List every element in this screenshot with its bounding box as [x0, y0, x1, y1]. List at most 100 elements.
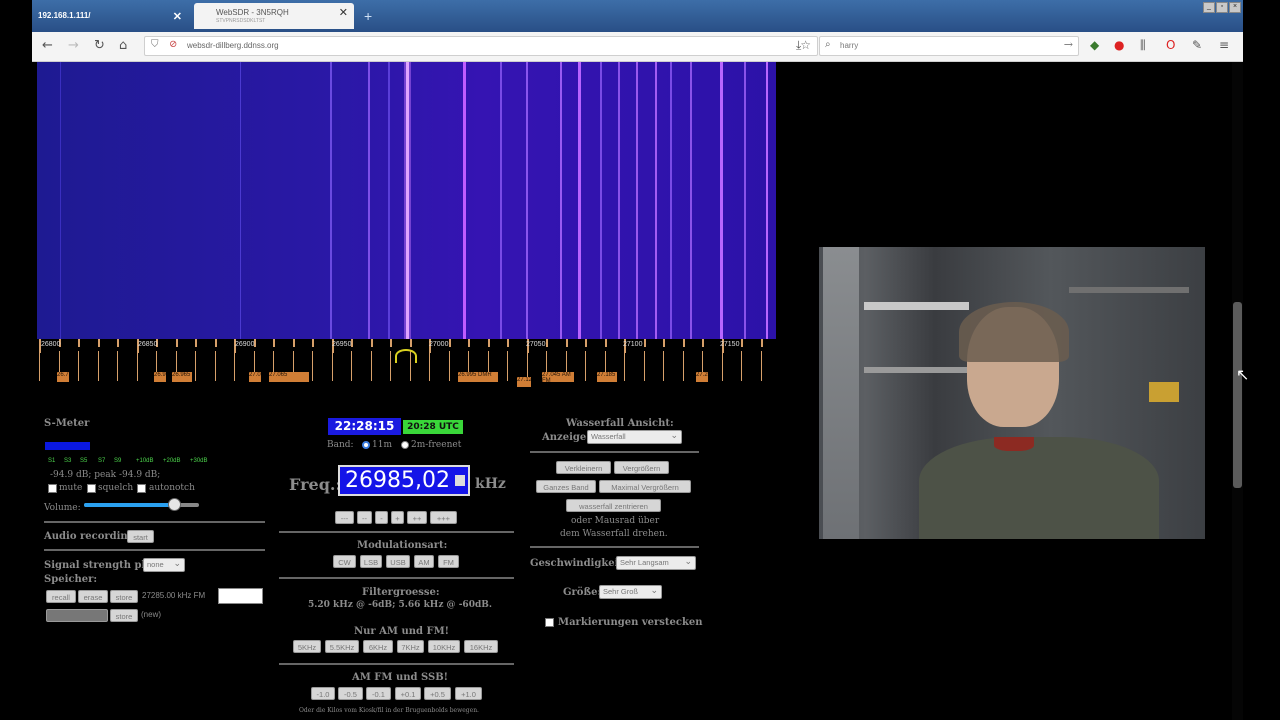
smeter-scale-label: +10dB — [136, 458, 154, 464]
shift-plus-0-1-button[interactable]: +0.1 — [395, 687, 421, 700]
recall-button[interactable]: recall — [46, 590, 76, 603]
menu-icon[interactable]: ≡ — [1219, 38, 1229, 52]
squelch-label: squelch — [98, 483, 134, 493]
station-label[interactable]: 27.125 — [517, 377, 531, 387]
adblock-icon[interactable]: ● — [1114, 38, 1124, 52]
filter-7khz-button[interactable]: 7KHz — [397, 640, 424, 653]
mode-cw-button[interactable]: CW — [333, 555, 356, 568]
station-label[interactable]: 26.965 — [172, 372, 192, 382]
record-start-button[interactable]: start — [127, 530, 154, 543]
speed-select[interactable]: Sehr Langsam — [616, 555, 696, 570]
shift-minus-0-1-button[interactable]: -0.1 — [366, 687, 391, 700]
whole-band-button[interactable]: Ganzes Band — [536, 480, 596, 493]
zoom-out-button[interactable]: Verkleinern — [556, 461, 611, 474]
filter-5-5khz-button[interactable]: 5.5KHz — [325, 640, 359, 653]
volume-slider[interactable] — [84, 498, 199, 511]
memory-empty-slot[interactable] — [46, 609, 108, 622]
erase-button[interactable]: erase — [78, 590, 108, 603]
mode-usb-button[interactable]: USB — [386, 555, 410, 568]
smeter-scale-label: S1 — [48, 458, 56, 464]
tab-local[interactable]: 192.168.1.111/ ✕ — [32, 3, 188, 29]
close-tab-icon[interactable]: ✕ — [339, 8, 348, 19]
home-icon[interactable]: ⌂ — [119, 38, 127, 53]
station-label[interactable]: 27.205 — [696, 372, 708, 382]
signal-plot-select[interactable]: none — [143, 557, 185, 572]
forward-icon[interactable]: → — [68, 38, 79, 53]
scale-tick — [273, 339, 275, 347]
webcam-hair — [959, 302, 1069, 362]
filter-10khz-button[interactable]: 10KHz — [428, 640, 460, 653]
close-tab-icon[interactable]: ✕ — [173, 10, 182, 23]
store-new-button[interactable]: store — [110, 609, 138, 622]
search-bar[interactable]: ⌕ harry → — [819, 36, 1079, 56]
store-button[interactable]: store — [110, 590, 138, 603]
opera-icon[interactable]: O — [1166, 38, 1175, 52]
station-label[interactable]: 27.185 — [597, 372, 617, 382]
shift-minus-0-5-button[interactable]: -0.5 — [338, 687, 363, 700]
extension-icon[interactable]: ◆ — [1090, 38, 1099, 52]
scale-tick — [195, 339, 197, 347]
band-radio-2m[interactable] — [401, 441, 409, 449]
step-down-medium-button[interactable]: -- — [357, 511, 372, 524]
tuning-marker[interactable] — [395, 349, 417, 363]
frequency-scale[interactable]: 26800 26850 26900 26950 27000 27050 27100 27150… — [37, 339, 776, 389]
mode-fm-button[interactable]: FM — [438, 555, 459, 568]
scale-label: 26900 — [235, 341, 255, 348]
mute-label: mute — [59, 483, 83, 493]
band-radio-11m[interactable] — [362, 441, 370, 449]
scrollbar-thumb[interactable] — [1233, 302, 1242, 488]
new-tab-icon[interactable]: + — [364, 8, 372, 24]
reload-icon[interactable]: ↻ — [94, 38, 105, 53]
station-label[interactable]: 26.995 DMR — [458, 372, 498, 382]
shift-plus-0-5-button[interactable]: +0.5 — [424, 687, 451, 700]
minimize-button[interactable]: _ — [1203, 2, 1215, 13]
library-icon[interactable]: ⫼ — [1140, 38, 1146, 53]
search-input[interactable]: harry — [840, 41, 858, 50]
lock-icon[interactable]: ⊘ — [169, 39, 177, 50]
filter-5khz-button[interactable]: 5KHz — [293, 640, 321, 653]
bookmark-star-icon[interactable]: ☆ — [800, 38, 811, 52]
maximize-button[interactable]: ▫ — [1216, 2, 1228, 13]
size-select[interactable]: Sehr Groß — [599, 584, 662, 599]
mode-lsb-button[interactable]: LSB — [360, 555, 382, 568]
addon-icon[interactable]: ✎ — [1192, 38, 1202, 52]
filter-6khz-button[interactable]: 6KHz — [363, 640, 393, 653]
step-down-small-button[interactable]: - — [375, 511, 388, 524]
mute-checkbox[interactable] — [48, 484, 57, 493]
station-label[interactable]: 26.965 — [154, 372, 166, 382]
search-go-icon[interactable]: → — [1064, 38, 1073, 51]
shield-icon[interactable]: ⛉ — [151, 39, 159, 50]
waterfall-display[interactable] — [37, 62, 776, 339]
tab-websdr[interactable]: WebSDR - 3N5RQH STVPNRSDSDKLTST ✕ — [194, 3, 354, 29]
step-up-medium-button[interactable]: ++ — [407, 511, 427, 524]
memory-name-input[interactable] — [218, 588, 263, 604]
download-icon[interactable]: ⤓ — [796, 38, 801, 53]
shift-plus-1-0-button[interactable]: +1.0 — [455, 687, 482, 700]
station-label[interactable]: 27.065 — [269, 372, 309, 382]
center-waterfall-button[interactable]: wasserfall zentrieren — [566, 499, 661, 512]
station-label[interactable]: 27.025 — [249, 372, 261, 382]
step-up-small-button[interactable]: + — [391, 511, 404, 524]
step-up-large-button[interactable]: +++ — [430, 511, 457, 524]
zoom-in-button[interactable]: Vergrößern — [614, 461, 669, 474]
back-icon[interactable]: ← — [42, 38, 53, 53]
volume-knob[interactable] — [167, 498, 181, 511]
filter-16khz-button[interactable]: 16KHz — [464, 640, 498, 653]
url-bar[interactable]: ⛉ ⊘ websdr-dillberg.ddnss.org ☆ — [144, 36, 818, 56]
new-label: (new) — [141, 610, 162, 619]
squelch-checkbox[interactable] — [87, 484, 96, 493]
autonotch-checkbox[interactable] — [137, 484, 146, 493]
station-stem — [682, 351, 684, 381]
station-stem — [624, 351, 625, 381]
display-select[interactable]: Wasserfall — [587, 429, 682, 444]
max-zoom-button[interactable]: Maximal Vergrößern — [599, 480, 691, 493]
station-label[interactable]: 26.775 — [57, 372, 69, 382]
frequency-input[interactable]: 26985,02 — [338, 465, 470, 496]
shift-minus-1-0-button[interactable]: -1.0 — [311, 687, 335, 700]
scale-label: 27050 — [526, 341, 546, 348]
station-label[interactable]: 27.045 AM FM — [542, 372, 574, 382]
close-window-button[interactable]: × — [1229, 2, 1241, 13]
hide-markers-checkbox[interactable] — [545, 618, 554, 627]
step-down-large-button[interactable]: --- — [335, 511, 354, 524]
mode-am-button[interactable]: AM — [414, 555, 434, 568]
